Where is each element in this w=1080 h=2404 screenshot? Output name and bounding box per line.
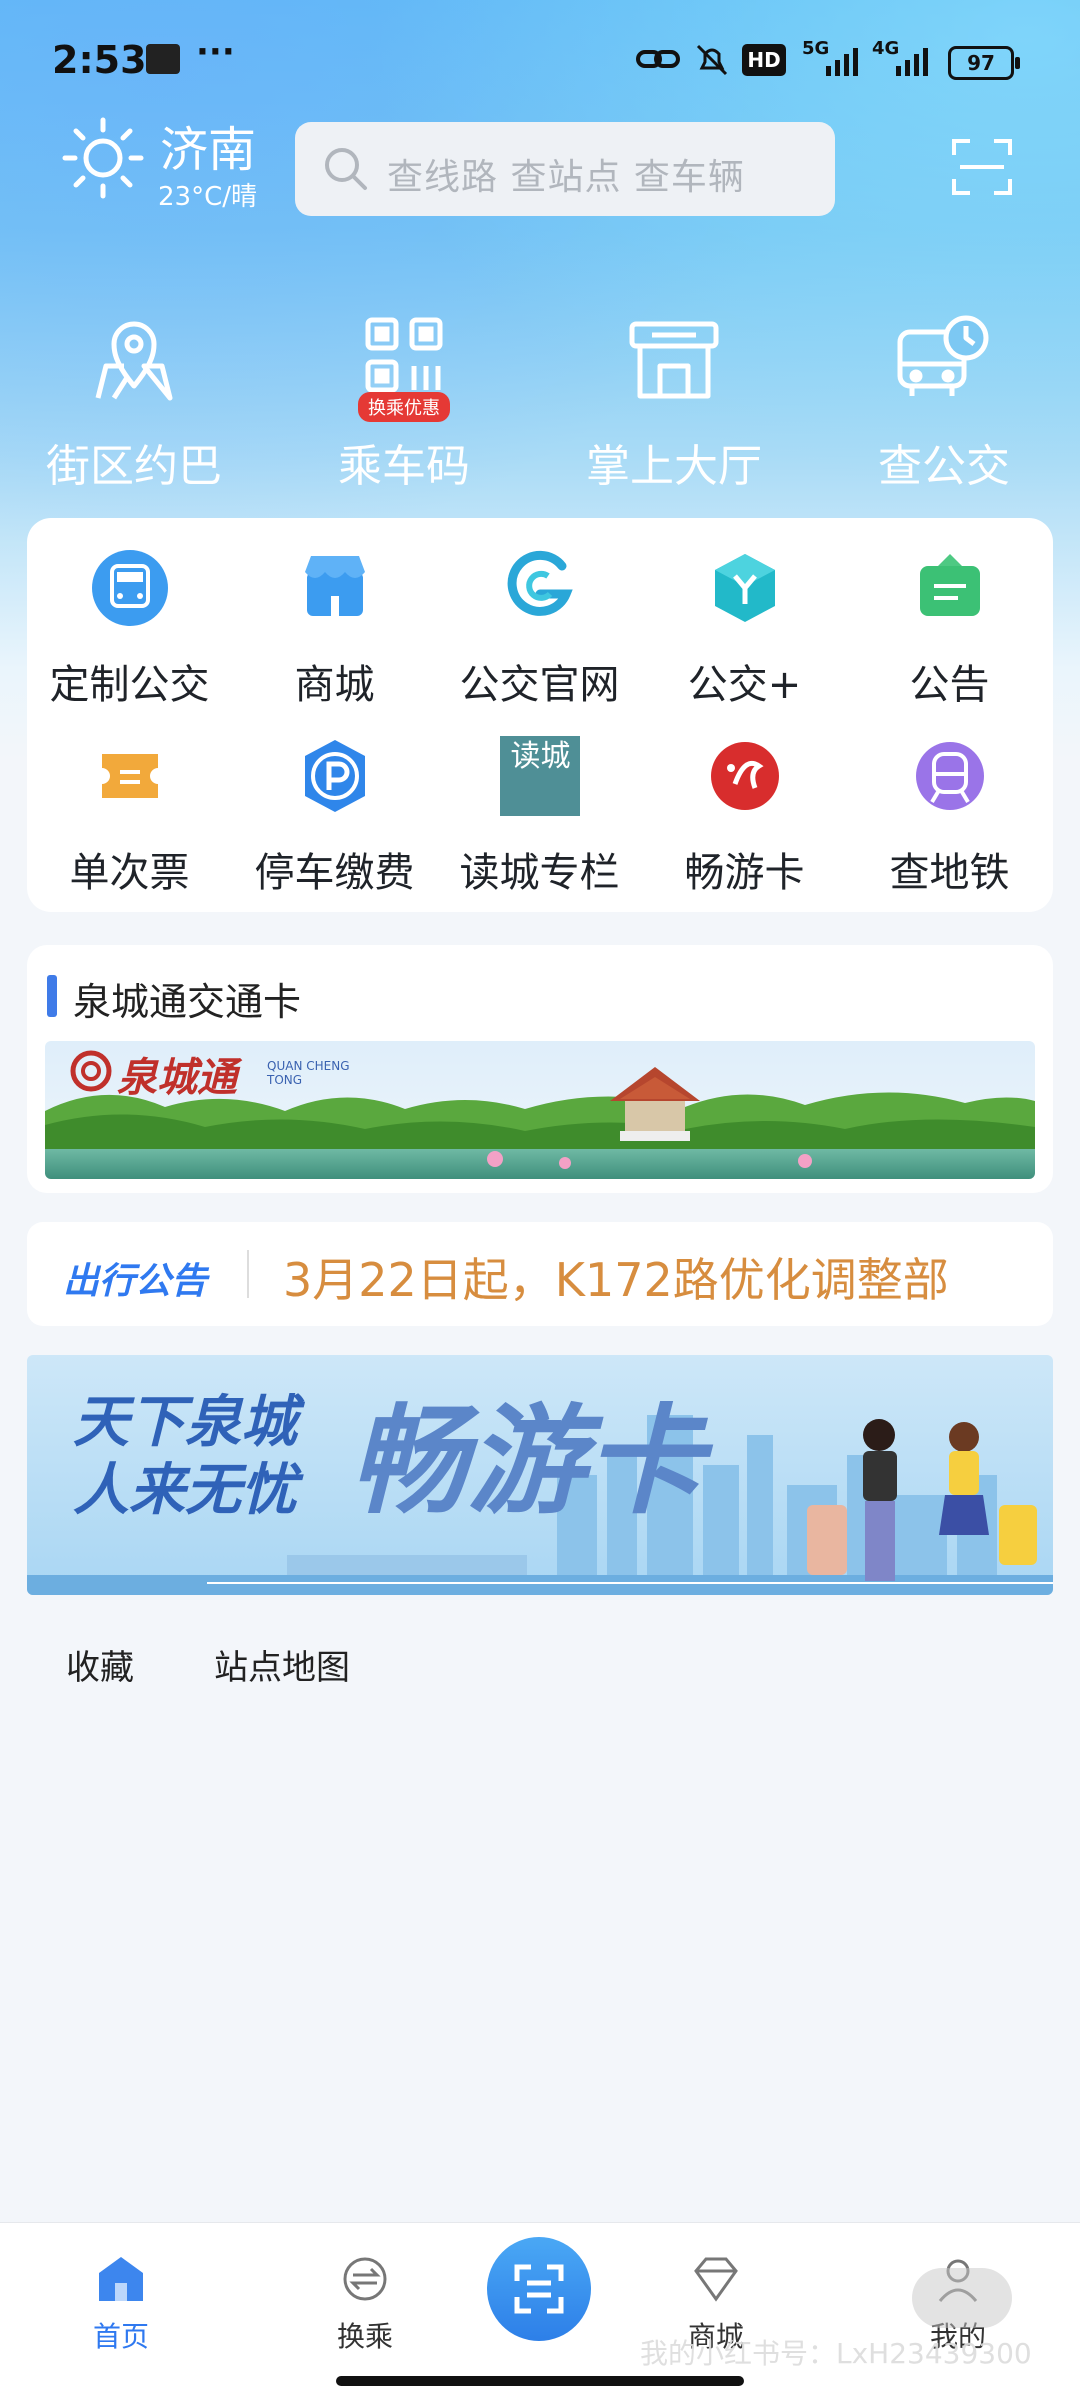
grid-item-label: 读城专栏 [459, 850, 620, 896]
notice-icon [910, 548, 990, 628]
nav-transfer[interactable]: 换乘 [295, 2251, 435, 2355]
transit-card-section: 泉城通交通卡 泉城通 QUAN CHENG TONG [27, 945, 1053, 1193]
grid-item-single-ticket[interactable]: 单次票 [27, 736, 232, 898]
parking-icon [295, 736, 375, 816]
transfer-discount-badge: 换乘优惠 [358, 392, 450, 422]
transit-card-banner[interactable]: 泉城通 QUAN CHENG TONG [45, 1041, 1035, 1179]
grid-item-metro[interactable]: 查地铁 [847, 736, 1052, 898]
quick-action-label: 掌上大厅 [586, 441, 762, 492]
signal-icon-2 [896, 46, 936, 80]
promo-big-title: 畅游卡 [349, 1392, 704, 1530]
app-notification-icon [146, 44, 180, 74]
sun-icon [60, 115, 146, 205]
status-more: ··· [196, 32, 235, 72]
status-time: 2:53 [52, 38, 147, 82]
quick-action-label: 查公交 [878, 441, 1010, 492]
weather-text: 23°C/晴 [158, 182, 257, 212]
grid-item-label: 单次票 [69, 850, 190, 896]
center-scan-button[interactable] [487, 2237, 591, 2341]
travel-notice-bar[interactable]: 出行公告 3月22日起，K172路优化调整部 [27, 1222, 1053, 1326]
custom-bus-icon [90, 548, 170, 628]
city-name[interactable]: 济南 [160, 110, 256, 180]
read-city-icon: 读城 [499, 736, 580, 816]
nav-label: 换乘 [336, 2320, 393, 2353]
search-icon [321, 144, 371, 198]
hall-icon [624, 310, 724, 410]
shop-icon [295, 548, 375, 628]
read-city-art-text: 读城 [510, 739, 571, 774]
transfer-icon [337, 2251, 393, 2307]
tab-station-map[interactable]: 站点地图 [214, 1640, 350, 1689]
grid-item-label: 查地铁 [889, 850, 1010, 896]
ticket-icon [90, 736, 170, 816]
search-input[interactable]: 查线路 查站点 查车辆 [295, 122, 835, 216]
metro-icon [910, 736, 990, 816]
grid-item-notice[interactable]: 公告 [847, 548, 1052, 710]
grid-item-read-city[interactable]: 读城 读城专栏 [437, 736, 642, 898]
grid-item-label: 畅游卡 [684, 850, 805, 896]
home-indicator[interactable] [336, 2376, 744, 2386]
grid-item-label: 定制公交 [49, 662, 210, 708]
notice-tag: 出行公告 [63, 1261, 208, 1302]
bus-plus-icon [705, 548, 785, 628]
grid-item-official-site[interactable]: 公交官网 [437, 548, 642, 710]
map-pin-icon [84, 310, 184, 410]
grid-item-label: 公告 [909, 662, 990, 708]
hd-icon: HD [742, 44, 786, 76]
grid-item-shop[interactable]: 商城 [232, 548, 437, 710]
grid-item-label: 公交官网 [459, 662, 620, 708]
home-icon [93, 2251, 149, 2307]
quick-action-label: 乘车码 [338, 441, 470, 492]
watermark-text: 我的小红书号：LxH23439300 [640, 2337, 1032, 2370]
nav-home[interactable]: 首页 [51, 2251, 191, 2355]
promo-line2: 人来无忧 [73, 1458, 297, 1523]
tour-card-icon [705, 736, 785, 816]
bus-clock-icon [894, 310, 994, 410]
search-placeholder: 查线路 查站点 查车辆 [387, 157, 745, 198]
grid-item-bus-plus[interactable]: 公交+ [642, 548, 847, 710]
quick-action-label: 街区约巴 [46, 441, 222, 492]
grid-item-label: 商城 [294, 662, 375, 708]
grid-item-label: 停车缴费 [254, 850, 415, 896]
tour-card-promo-banner[interactable]: 天下泉城 人来无忧 畅游卡 [27, 1355, 1053, 1595]
section-title: 泉城通交通卡 [73, 980, 302, 1024]
notice-text: 3月22日起，K172路优化调整部 [283, 1253, 949, 1307]
grid-item-parking[interactable]: 停车缴费 [232, 736, 437, 898]
grid-item-tour-card[interactable]: 畅游卡 [642, 736, 847, 898]
banner-brand-sub: QUAN CHENG TONG [267, 1059, 350, 1087]
battery-indicator: 97 [948, 46, 1020, 80]
promo-line1: 天下泉城 [73, 1390, 297, 1455]
scan-icon[interactable] [950, 135, 1014, 199]
grid-item-custom-bus[interactable]: 定制公交 [27, 548, 232, 710]
notice-divider [247, 1250, 249, 1298]
section-accent-bar [47, 975, 57, 1017]
diamond-icon [688, 2251, 744, 2307]
status-bar: 2:53 ··· HD 5G 4G 97 [0, 0, 1080, 120]
quick-action-bus-query[interactable]: 查公交 [844, 310, 1044, 494]
service-grid: 定制公交 商城 公交官网 公交+ 公告 单次票 停车缴费 读城 读城专栏 畅游卡… [27, 518, 1053, 912]
official-site-icon [500, 548, 580, 628]
link-icon [636, 40, 680, 88]
grid-item-label: 公交+ [687, 662, 802, 708]
mute-bell-icon [692, 40, 732, 88]
quick-action-block-bus[interactable]: 街区约巴 [34, 310, 234, 494]
banner-brand-text: 泉城通 [117, 1055, 237, 1101]
signal-icon [826, 46, 866, 80]
watermark-logo [912, 2268, 1012, 2328]
nav-label: 首页 [92, 2320, 149, 2353]
tab-favorites[interactable]: 收藏 [66, 1640, 134, 1689]
quick-action-mobile-hall[interactable]: 掌上大厅 [574, 310, 774, 494]
